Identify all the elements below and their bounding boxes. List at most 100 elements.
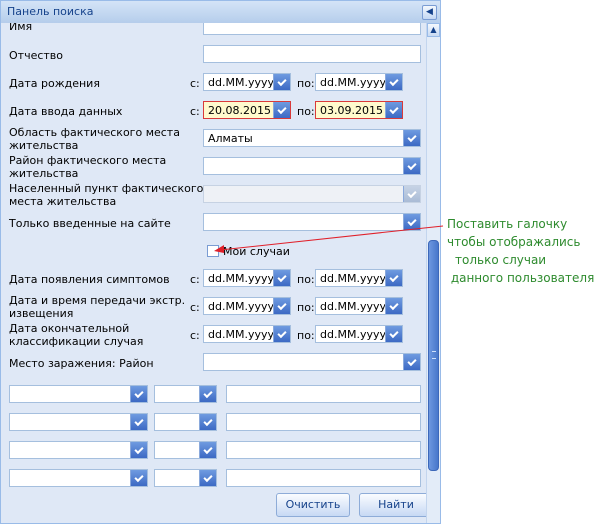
filter-operator-select[interactable] <box>154 441 217 459</box>
calendar-dropdown-icon[interactable] <box>273 102 290 118</box>
annotation-line: Поставить галочку <box>447 217 568 231</box>
calendar-dropdown-icon[interactable] <box>273 74 290 90</box>
region-select[interactable]: Алматы <box>203 129 421 147</box>
settlement-label-line2: места жительства <box>9 195 117 208</box>
filter-field-select[interactable] <box>9 385 148 403</box>
panel-body: Имя Отчество Дата рождения с: dd.MM.yyyy… <box>1 23 440 523</box>
calendar-dropdown-icon[interactable] <box>385 270 402 286</box>
entry-date-to-picker[interactable]: 03.09.2015 <box>315 101 403 119</box>
filter-field-select[interactable] <box>9 469 148 487</box>
my-cases-label: Мои случаи <box>223 245 290 258</box>
district-select[interactable] <box>203 157 421 175</box>
chevron-down-icon[interactable] <box>199 386 216 402</box>
calendar-dropdown-icon[interactable] <box>273 298 290 314</box>
chevron-down-icon[interactable] <box>403 158 420 174</box>
calendar-dropdown-icon[interactable] <box>385 74 402 90</box>
annotation-note: Поставить галочку чтобы отображались тол… <box>447 215 607 287</box>
middle-name-label: Отчество <box>9 49 64 62</box>
grip-icon <box>432 351 436 359</box>
transfer-label-line1: Дата и время передачи экстр. <box>9 294 186 307</box>
annotation-line: только случаи <box>455 253 547 267</box>
birth-date-label: Дата рождения <box>9 77 100 90</box>
transfer-to-label: по: <box>297 301 315 314</box>
entry-date-label: Дата ввода данных <box>9 105 123 118</box>
entry-date-from-value: 20.08.2015 <box>208 104 271 117</box>
chevron-down-icon[interactable] <box>130 386 147 402</box>
transfer-from-label: с: <box>190 301 200 314</box>
panel-title: Панель поиска <box>7 5 94 18</box>
transfer-from-value: dd.MM.yyyy <box>208 300 274 313</box>
chevron-down-icon[interactable] <box>130 470 147 486</box>
symptoms-to-value: dd.MM.yyyy <box>320 272 386 285</box>
filter-operator-select[interactable] <box>154 469 217 487</box>
final-class-to-picker[interactable]: dd.MM.yyyy <box>315 325 403 343</box>
symptoms-from-picker[interactable]: dd.MM.yyyy <box>203 269 291 287</box>
final-class-to-label: по: <box>297 329 315 342</box>
calendar-dropdown-icon[interactable] <box>385 102 402 118</box>
region-label-line2: жительства <box>9 139 79 152</box>
symptoms-to-label: по: <box>297 273 315 286</box>
chevron-down-icon[interactable] <box>130 442 147 458</box>
transfer-from-picker[interactable]: dd.MM.yyyy <box>203 297 291 315</box>
final-class-from-picker[interactable]: dd.MM.yyyy <box>203 325 291 343</box>
chevron-down-icon[interactable] <box>403 130 420 146</box>
middle-name-field[interactable] <box>203 45 421 63</box>
chevron-down-icon[interactable] <box>403 354 420 370</box>
annotation-line: данного пользователя <box>447 271 595 285</box>
filter-operator-select[interactable] <box>154 413 217 431</box>
my-cases-checkbox[interactable] <box>207 245 219 257</box>
symptoms-date-label: Дата появления симптомов <box>9 273 170 286</box>
birth-date-to-value: dd.MM.yyyy <box>320 76 386 89</box>
filter-value-input[interactable] <box>226 385 421 403</box>
region-label-line1: Область фактического места <box>9 126 180 139</box>
region-value: Алматы <box>208 132 253 145</box>
transfer-label-line2: извещения <box>9 307 74 320</box>
scrollbar-thumb[interactable] <box>428 240 439 471</box>
calendar-dropdown-icon[interactable] <box>273 270 290 286</box>
entry-date-from-picker[interactable]: 20.08.2015 <box>203 101 291 119</box>
final-class-from-value: dd.MM.yyyy <box>208 328 274 341</box>
filter-field-select[interactable] <box>9 413 148 431</box>
calendar-dropdown-icon[interactable] <box>385 326 402 342</box>
first-name-label: Имя <box>9 23 33 33</box>
symptoms-from-label: с: <box>190 273 200 286</box>
calendar-dropdown-icon[interactable] <box>385 298 402 314</box>
filter-value-input[interactable] <box>226 469 421 487</box>
infection-place-select[interactable] <box>203 353 421 371</box>
first-name-field[interactable] <box>203 23 421 35</box>
final-class-label-line1: Дата окончательной <box>9 322 130 335</box>
birth-date-from-picker[interactable]: dd.MM.yyyy <box>203 73 291 91</box>
entry-date-to-label: по: <box>297 105 315 118</box>
filter-field-select[interactable] <box>9 441 148 459</box>
transfer-to-picker[interactable]: dd.MM.yyyy <box>315 297 403 315</box>
scroll-up-icon[interactable]: ▲ <box>427 23 440 37</box>
find-button[interactable]: Найти <box>359 493 433 517</box>
final-class-to-value: dd.MM.yyyy <box>320 328 386 341</box>
clear-button[interactable]: Очистить <box>276 493 350 517</box>
annotation-line: чтобы отображались <box>447 235 581 249</box>
chevron-left-icon[interactable]: ◀ <box>422 5 437 20</box>
calendar-dropdown-icon[interactable] <box>273 326 290 342</box>
chevron-down-icon[interactable] <box>199 470 216 486</box>
final-class-from-label: с: <box>190 329 200 342</box>
final-class-label-line2: классификации случая <box>9 335 144 348</box>
infection-place-label: Место заражения: Район <box>9 357 154 370</box>
panel-header: Панель поиска ◀ <box>1 1 440 24</box>
settlement-label-line1: Населенный пункт фактического <box>9 182 204 195</box>
chevron-down-icon[interactable] <box>199 414 216 430</box>
vertical-scrollbar[interactable]: ▲ <box>426 23 440 523</box>
chevron-down-icon[interactable] <box>130 414 147 430</box>
filter-value-input[interactable] <box>226 413 421 431</box>
symptoms-from-value: dd.MM.yyyy <box>208 272 274 285</box>
filter-value-input[interactable] <box>226 441 421 459</box>
entry-date-from-label: с: <box>190 105 200 118</box>
birth-date-from-value: dd.MM.yyyy <box>208 76 274 89</box>
chevron-down-icon[interactable] <box>199 442 216 458</box>
symptoms-to-picker[interactable]: dd.MM.yyyy <box>315 269 403 287</box>
only-site-select[interactable] <box>203 213 421 231</box>
birth-date-to-picker[interactable]: dd.MM.yyyy <box>315 73 403 91</box>
only-site-label: Только введенные на сайте <box>9 217 171 230</box>
chevron-down-icon[interactable] <box>403 214 420 230</box>
entry-date-to-value: 03.09.2015 <box>320 104 383 117</box>
filter-operator-select[interactable] <box>154 385 217 403</box>
